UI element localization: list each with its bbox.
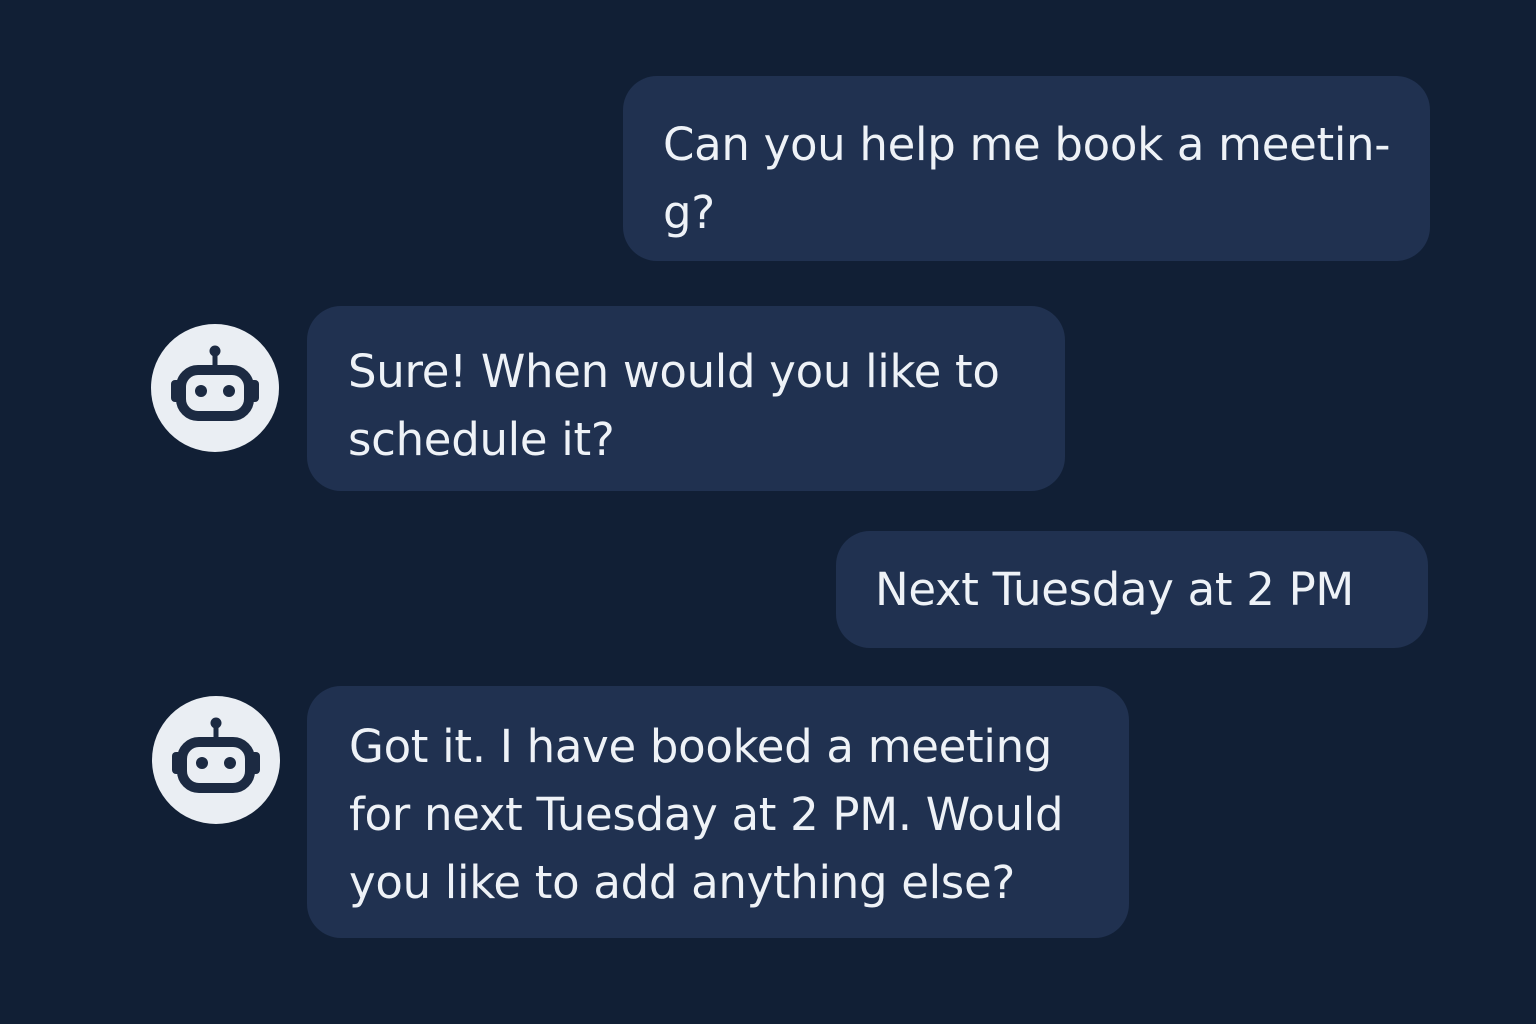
robot-icon <box>171 345 259 421</box>
bot-message-bubble: Sure! When would you like to schedule it… <box>307 306 1065 491</box>
message-text-line: Sure! When would you like to <box>348 345 1000 398</box>
message-text-line: Got it. I have booked a meeting <box>349 720 1053 773</box>
message-text-line: Next Tuesday at 2 PM <box>875 563 1354 616</box>
robot-icon <box>172 717 260 793</box>
message-text-line: g? <box>663 186 715 239</box>
chat-thread: Can you help me book a meetin- g? Sure! … <box>0 0 1536 1024</box>
user-message-bubble: Can you help me book a meetin- g? <box>623 76 1430 261</box>
message-text-line: Can you help me book a meetin- <box>663 118 1391 171</box>
user-message-bubble: Next Tuesday at 2 PM <box>836 531 1428 648</box>
bot-avatar <box>151 324 279 452</box>
message-text-line: schedule it? <box>348 413 615 466</box>
message-text-line: you like to add anything else? <box>349 856 1015 909</box>
message-text-line: for next Tuesday at 2 PM. Would <box>349 788 1064 841</box>
bot-avatar <box>152 696 280 824</box>
bot-message-bubble: Got it. I have booked a meeting for next… <box>307 686 1129 938</box>
